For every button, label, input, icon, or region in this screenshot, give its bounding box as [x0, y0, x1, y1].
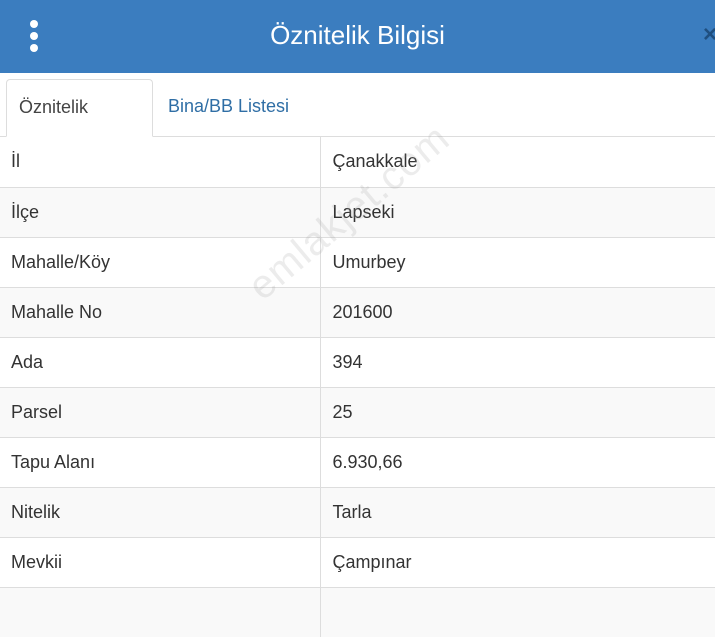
attribute-value: 201600: [320, 286, 715, 337]
attribute-key: Ada: [0, 336, 321, 387]
table-row: Mahalle/Köy Umurbey: [0, 236, 715, 287]
table-row: Mevkii Çampınar: [0, 536, 715, 587]
table-row: Parsel 25: [0, 386, 715, 437]
table-row: Ada 394: [0, 336, 715, 387]
close-icon[interactable]: ×: [703, 20, 715, 50]
attribute-value: 6.930,66: [320, 436, 715, 487]
attribute-value: Umurbey: [320, 236, 715, 287]
table-row: Nitelik Tarla: [0, 486, 715, 537]
table-row: Tapu Alanı 6.930,66: [0, 436, 715, 487]
page-title: Öznitelik Bilgisi: [270, 20, 445, 50]
attribute-key: Parsel: [0, 386, 321, 437]
attribute-key: Mahalle No: [0, 286, 321, 337]
attribute-key: İlçe: [0, 186, 321, 237]
attribute-key: [0, 586, 321, 637]
attribute-value: [320, 586, 715, 637]
tab-bar: Öznitelik Bilgisi Bina/BB Listesi: [0, 73, 715, 171]
attribute-key: İl: [0, 137, 321, 187]
table-row: Mahalle No 201600: [0, 286, 715, 337]
attribute-value: Lapseki: [320, 186, 715, 237]
table-row: [0, 586, 715, 637]
attribute-key: Mahalle/Köy: [0, 236, 321, 287]
attribute-value: Çampınar: [320, 536, 715, 587]
attribute-key: Tapu Alanı: [0, 436, 321, 487]
attribute-key: Nitelik: [0, 486, 321, 537]
tab-bina-bb-listesi[interactable]: Bina/BB Listesi: [156, 79, 301, 137]
attribute-value: 394: [320, 336, 715, 387]
attribute-value: Çanakkale: [320, 137, 715, 187]
table-row: İl Çanakkale: [0, 137, 715, 187]
tab-oznitelik-bilgisi[interactable]: Öznitelik Bilgisi: [6, 79, 153, 171]
attribute-value: 25: [320, 386, 715, 437]
table-row: İlçe Lapseki: [0, 186, 715, 237]
header-bar: Öznitelik Bilgisi ×: [0, 0, 715, 73]
attribute-key: Mevkii: [0, 536, 321, 587]
attribute-value: Tarla: [320, 486, 715, 537]
attribute-table: İl Çanakkale İlçe Lapseki Mahalle/Köy Um…: [0, 137, 715, 637]
